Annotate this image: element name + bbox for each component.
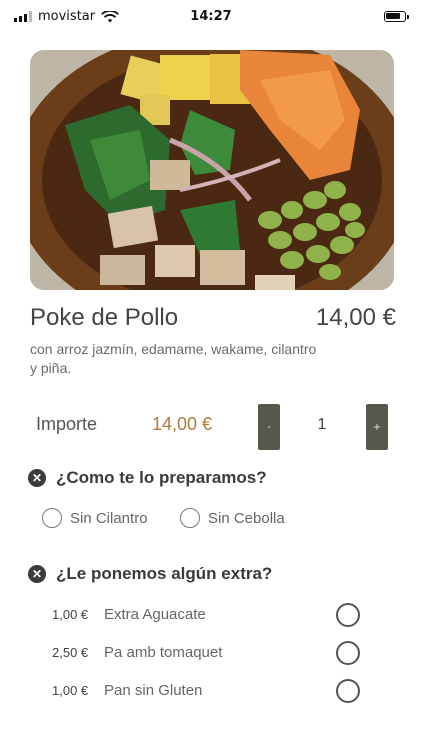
product-title: Poke de Pollo (30, 304, 179, 331)
radio-button[interactable] (42, 508, 62, 528)
close-circle-icon[interactable]: ✕ (28, 469, 46, 487)
extra-price: 2,50 € (52, 645, 89, 660)
amount-label: Importe (36, 414, 98, 434)
extras-section-header[interactable]: ✕ ¿Le ponemos algún extra? (28, 564, 272, 584)
radio-button[interactable] (336, 602, 360, 627)
radio-button[interactable] (336, 640, 360, 665)
product-price: 14,00 € (315, 304, 396, 331)
close-circle-icon[interactable]: ✕ (28, 565, 46, 583)
preparation-section-header[interactable]: ✕ ¿Como te lo preparamos? (28, 468, 267, 488)
preparation-title: ¿Como te lo preparamos? (56, 468, 267, 487)
option-label: Sin Cilantro (70, 509, 148, 527)
extra-item[interactable]: 1,00 € Pan sin Gluten (52, 678, 360, 703)
extra-item[interactable]: 2,50 € Pa amb tomaquet (52, 640, 360, 665)
extra-item[interactable]: 1,00 € Extra Aguacate (52, 602, 360, 627)
product-header: Poke de Pollo 14,00 € (30, 304, 396, 332)
extras-title: ¿Le ponemos algún extra? (56, 564, 273, 583)
battery-icon (384, 11, 409, 22)
radio-button[interactable] (336, 678, 360, 703)
increase-quantity-button[interactable]: + (366, 404, 388, 450)
status-bar: movistar 14:27 (0, 0, 422, 34)
extra-price: 1,00 € (52, 683, 89, 698)
extra-name: Pan sin Gluten (104, 682, 203, 699)
poke-bowl-illustration (30, 50, 394, 290)
extra-name: Extra Aguacate (104, 606, 206, 623)
amount-value: 14,00 € (152, 414, 213, 434)
amount-row: Importe 14,00 € - 1 + (36, 404, 388, 450)
product-description: con arroz jazmín, edamame, wakame, cilan… (30, 341, 317, 376)
option-sin-cilantro[interactable]: Sin Cilantro (42, 508, 148, 528)
extra-price: 1,00 € (52, 607, 89, 622)
option-sin-cebolla[interactable]: Sin Cebolla (180, 508, 285, 528)
radio-button[interactable] (180, 508, 200, 528)
extra-name: Pa amb tomaquet (104, 644, 223, 661)
product-image (30, 50, 394, 290)
quantity-value: 1 (317, 416, 327, 433)
clock: 14:27 (190, 9, 232, 24)
decrease-quantity-button[interactable]: - (258, 404, 280, 450)
option-label: Sin Cebolla (208, 509, 285, 527)
